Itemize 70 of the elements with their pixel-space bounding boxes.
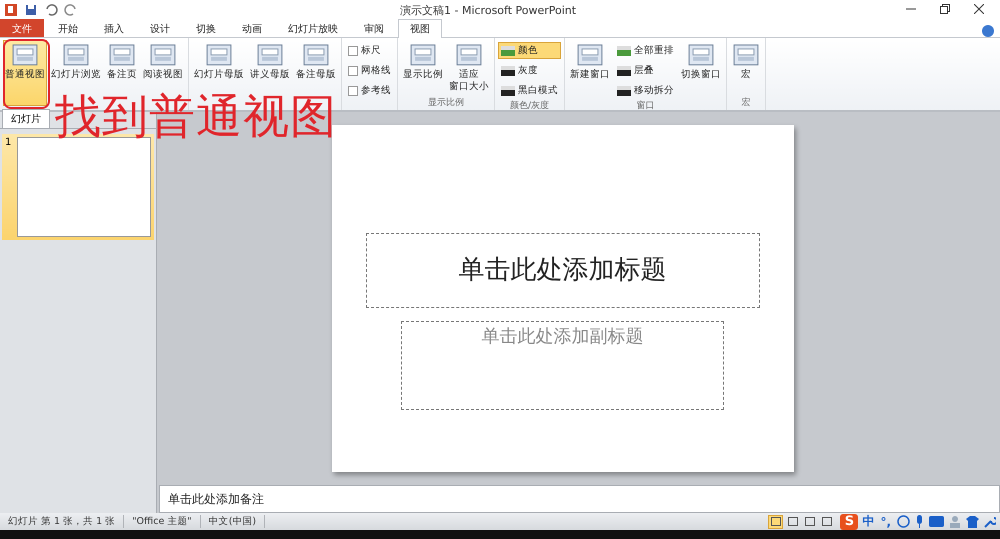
button-label-line: 窗口大小 [449, 80, 489, 93]
group-label: 颜色/灰度 [508, 100, 550, 112]
window-title: 演示文稿1 - Microsoft PowerPoint [400, 2, 576, 18]
microphone-icon[interactable] [915, 515, 924, 528]
ime-mode[interactable]: 中 [862, 513, 874, 530]
color-icon [501, 46, 515, 56]
view-button[interactable] [802, 514, 818, 528]
ribbon-tab[interactable]: 开始 [46, 19, 90, 37]
slide-thumbnail[interactable] [17, 137, 151, 237]
ribbon-tab[interactable]: 视图 [398, 19, 442, 38]
contrast-icon [501, 86, 515, 96]
ribbon-button[interactable]: 备注母版 [294, 40, 338, 84]
ribbon-checkbox[interactable]: 标尺 [345, 42, 394, 59]
view-button[interactable] [819, 514, 834, 528]
ribbon-checkbox[interactable]: 网格线 [345, 62, 394, 79]
ribbon-button[interactable]: 层叠 [614, 62, 677, 79]
ribbon-button[interactable]: 黑白模式 [498, 82, 561, 99]
grayscale-icon [617, 66, 631, 76]
ribbon-tab[interactable]: 动画 [230, 19, 274, 37]
group-label: 窗口 [636, 100, 656, 112]
restore-icon[interactable] [940, 4, 950, 14]
ribbon-button[interactable]: 灰度 [498, 62, 561, 79]
undo-icon[interactable] [44, 3, 58, 17]
ribbon-button[interactable]: 幻灯片母版 [192, 40, 246, 84]
ribbon-tab[interactable]: 审阅 [352, 19, 396, 37]
ribbon-button[interactable]: 适应 窗口大小 [447, 40, 491, 96]
status-text: 中文(中国) [200, 515, 266, 528]
ribbon-tab[interactable]: 设计 [138, 19, 182, 37]
ribbon-tab[interactable]: 文件 [0, 19, 44, 37]
shirt-icon[interactable] [966, 516, 979, 528]
grayscale-icon [501, 66, 515, 76]
title-placeholder[interactable]: 单击此处添加标题 [366, 233, 760, 308]
ime-punctuation[interactable]: °, [880, 514, 891, 528]
group-label: 宏 [740, 96, 752, 110]
ribbon-tab[interactable]: 切换 [184, 19, 228, 37]
ribbon-button[interactable]: 阅读视图 [141, 40, 185, 84]
ribbon-button[interactable]: 颜色 [498, 42, 561, 59]
slide-number: 1 [5, 137, 12, 150]
view-button[interactable] [785, 514, 800, 528]
ribbon-button[interactable]: 讲义母版 [248, 40, 292, 84]
notes-field[interactable]: 单击此处添加备注 [159, 485, 1000, 513]
ribbon-tab[interactable]: 幻灯片放映 [276, 19, 350, 37]
panel-tab[interactable]: 幻灯片 [2, 109, 50, 128]
color-icon [617, 46, 631, 56]
ribbon-button[interactable]: 切换窗口 [679, 40, 723, 84]
status-text: 幻灯片 第 1 张，共 1 张 [0, 515, 124, 528]
save-icon[interactable] [24, 3, 38, 17]
ime-logo[interactable]: S [840, 514, 858, 530]
app-logo-icon [4, 3, 18, 17]
ribbon-button[interactable]: 全部重排 [614, 42, 677, 59]
ribbon-button[interactable]: 幻灯片浏览 [49, 40, 103, 84]
slide-layout-icon [11, 43, 39, 67]
subtitle-placeholder[interactable]: 单击此处添加副标题 [401, 321, 724, 410]
button-label-line: 适应 [458, 68, 480, 81]
view-button[interactable] [768, 514, 784, 528]
ribbon-button[interactable]: 新建窗口 [568, 40, 612, 84]
redo-icon[interactable] [64, 3, 78, 17]
ribbon-tab[interactable]: 插入 [92, 19, 136, 37]
group-label: 显示比例 [427, 96, 465, 110]
ribbon-button[interactable]: 普通视图 [3, 40, 47, 106]
wrench-icon[interactable] [984, 516, 996, 528]
ribbon-checkbox[interactable]: 参考线 [345, 82, 394, 99]
highlight-ring [3, 39, 50, 109]
ribbon-button[interactable]: 备注页 [105, 40, 139, 84]
ribbon-button[interactable]: 移动拆分 [614, 82, 677, 99]
status-text: "Office 主题" [124, 515, 201, 528]
close-icon[interactable] [974, 4, 984, 14]
ribbon-button[interactable]: 宏 [730, 40, 762, 84]
ribbon-button[interactable]: 显示比例 [401, 40, 445, 84]
contrast-icon [617, 86, 631, 96]
